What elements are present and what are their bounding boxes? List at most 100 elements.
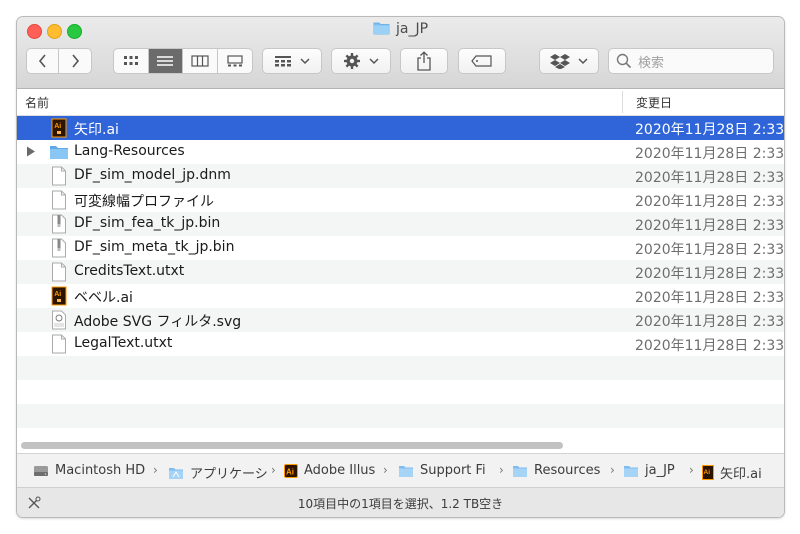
status-bar: 10項目中の1項目を選択、1.2 TB空き xyxy=(17,487,784,517)
path-item[interactable]: Macintosh HD xyxy=(33,463,145,478)
view-mode-control xyxy=(113,48,253,74)
applications-folder-icon xyxy=(169,467,183,479)
window-title-text: ja_JP xyxy=(395,21,429,37)
file-date: 2020年11月28日 2:33 xyxy=(635,266,784,282)
back-button[interactable] xyxy=(27,49,60,73)
hard-drive-icon xyxy=(34,465,48,476)
window-title: ja_JP xyxy=(17,21,784,37)
file-row[interactable]: CreditsText.utxt 2020年11月28日 2:33 xyxy=(17,260,784,284)
chevron-left-icon xyxy=(38,54,46,68)
file-date: 2020年11月28日 2:33 xyxy=(635,338,784,354)
file-name: CreditsText.utxt xyxy=(74,263,185,279)
document-icon xyxy=(52,190,66,210)
path-item-label: Resources xyxy=(534,463,601,478)
file-name: DF_sim_fea_tk_jp.bin xyxy=(74,215,221,231)
chevron-down-icon xyxy=(369,58,379,65)
dropbox-button[interactable] xyxy=(539,48,599,74)
file-name: 可変線幅プロファイル xyxy=(74,194,214,210)
path-chevron-icon: › xyxy=(689,463,694,477)
action-button[interactable] xyxy=(331,48,391,74)
path-item-label: Macintosh HD xyxy=(55,463,146,478)
folder-icon xyxy=(513,465,527,477)
path-chevron-icon: › xyxy=(610,463,615,477)
path-chevron-icon: › xyxy=(499,463,504,477)
file-name: Lang-Resources xyxy=(74,143,185,159)
gallery-view-button[interactable] xyxy=(218,49,252,73)
file-date: 2020年11月28日 2:33 xyxy=(635,194,784,210)
path-item-label: Adobe Illus xyxy=(304,463,376,478)
file-list: Ai 矢印.ai 2020年11月28日 2:33 Lang-Resources… xyxy=(17,116,784,436)
path-item-label: Support File xyxy=(420,463,486,478)
tag-icon xyxy=(471,55,492,67)
search-field[interactable]: 検索 xyxy=(608,48,774,74)
folder-icon xyxy=(373,22,390,35)
path-chevron-icon: › xyxy=(271,463,276,477)
tags-button[interactable] xyxy=(458,48,506,74)
file-date: 2020年11月28日 2:33 xyxy=(635,290,784,306)
path-item-label: 矢印.ai xyxy=(720,467,762,482)
chevron-right-icon xyxy=(72,54,80,68)
column-view-button[interactable] xyxy=(183,49,218,73)
nav-buttons xyxy=(26,48,92,74)
empty-row xyxy=(17,404,784,428)
file-row[interactable]: DF_sim_meta_tk_jp.bin 2020年11月28日 2:33 xyxy=(17,236,784,260)
path-item[interactable]: Ai 矢印.ai xyxy=(702,463,762,482)
illustrator-file-icon: Ai xyxy=(702,465,714,480)
list-icon xyxy=(157,56,174,66)
file-row[interactable]: Ai 矢印.ai 2020年11月28日 2:33 xyxy=(17,116,784,140)
chevron-down-icon xyxy=(300,58,310,65)
path-chevron-icon: › xyxy=(153,463,158,477)
file-date: 2020年11月28日 2:33 xyxy=(635,218,784,234)
path-item-label: アプリケーシ xyxy=(190,467,268,482)
document-icon xyxy=(52,166,66,186)
icon-view-button[interactable] xyxy=(114,49,149,73)
dropbox-icon xyxy=(550,54,570,69)
scrollbar-thumb[interactable] xyxy=(21,442,563,449)
path-item[interactable]: ja_JP xyxy=(623,463,675,478)
file-name: ベベル.ai xyxy=(74,290,133,306)
gallery-icon xyxy=(227,55,243,67)
file-row[interactable]: LegalText.utxt 2020年11月28日 2:33 xyxy=(17,332,784,356)
list-view-button[interactable] xyxy=(148,49,183,73)
file-date: 2020年11月28日 2:33 xyxy=(635,242,784,258)
path-item[interactable]: Support File xyxy=(398,463,486,478)
group-button[interactable] xyxy=(262,48,322,74)
illustrator-file-icon: Ai xyxy=(51,118,67,138)
file-row[interactable]: DF_sim_model_jp.dnm 2020年11月28日 2:33 xyxy=(17,164,784,188)
svg-text:Ai: Ai xyxy=(704,469,711,476)
share-button[interactable] xyxy=(400,48,448,74)
group-grid-icon xyxy=(275,56,291,67)
disclosure-triangle-icon[interactable] xyxy=(26,146,36,157)
search-icon xyxy=(616,53,632,69)
illustrator-file-icon: Ai xyxy=(51,286,67,306)
file-row[interactable]: Lang-Resources 2020年11月28日 2:33 xyxy=(17,140,784,164)
horizontal-scrollbar[interactable] xyxy=(17,438,784,452)
title-bar: ja_JP 検索 xyxy=(17,17,784,89)
path-item[interactable]: Resources xyxy=(512,463,600,478)
file-row[interactable]: Ai ベベル.ai 2020年11月28日 2:33 xyxy=(17,284,784,308)
file-row[interactable]: DF_sim_fea_tk_jp.bin 2020年11月28日 2:33 xyxy=(17,212,784,236)
file-name: DF_sim_model_jp.dnm xyxy=(74,167,231,183)
column-divider[interactable] xyxy=(622,91,623,113)
gear-icon xyxy=(344,53,360,69)
document-icon xyxy=(52,262,66,282)
chevron-down-icon xyxy=(578,58,588,65)
file-date: 2020年11月28日 2:33 xyxy=(635,170,784,186)
svg-text:Ai: Ai xyxy=(286,467,294,476)
path-chevron-icon: › xyxy=(383,463,388,477)
file-date: 2020年11月28日 2:33 xyxy=(635,122,784,138)
file-name: LegalText.utxt xyxy=(74,335,173,351)
svg-text:Ai: Ai xyxy=(54,123,61,130)
column-date-header[interactable]: 変更日 xyxy=(636,94,672,111)
file-row[interactable]: Adobe SVG フィルタ.svg 2020年11月28日 2:33 xyxy=(17,308,784,332)
forward-button[interactable] xyxy=(59,49,91,73)
column-name-header[interactable]: 名前 xyxy=(25,94,49,111)
document-icon xyxy=(52,334,66,354)
path-item[interactable]: Ai Adobe Illus xyxy=(284,463,375,478)
path-item[interactable]: アプリケーシ xyxy=(168,463,268,482)
file-date: 2020年11月28日 2:33 xyxy=(635,314,784,330)
file-row[interactable]: 可変線幅プロファイル 2020年11月28日 2:33 xyxy=(17,188,784,212)
file-name: Adobe SVG フィルタ.svg xyxy=(74,314,242,330)
binary-file-icon xyxy=(52,214,66,234)
path-item-label: ja_JP xyxy=(645,463,675,478)
